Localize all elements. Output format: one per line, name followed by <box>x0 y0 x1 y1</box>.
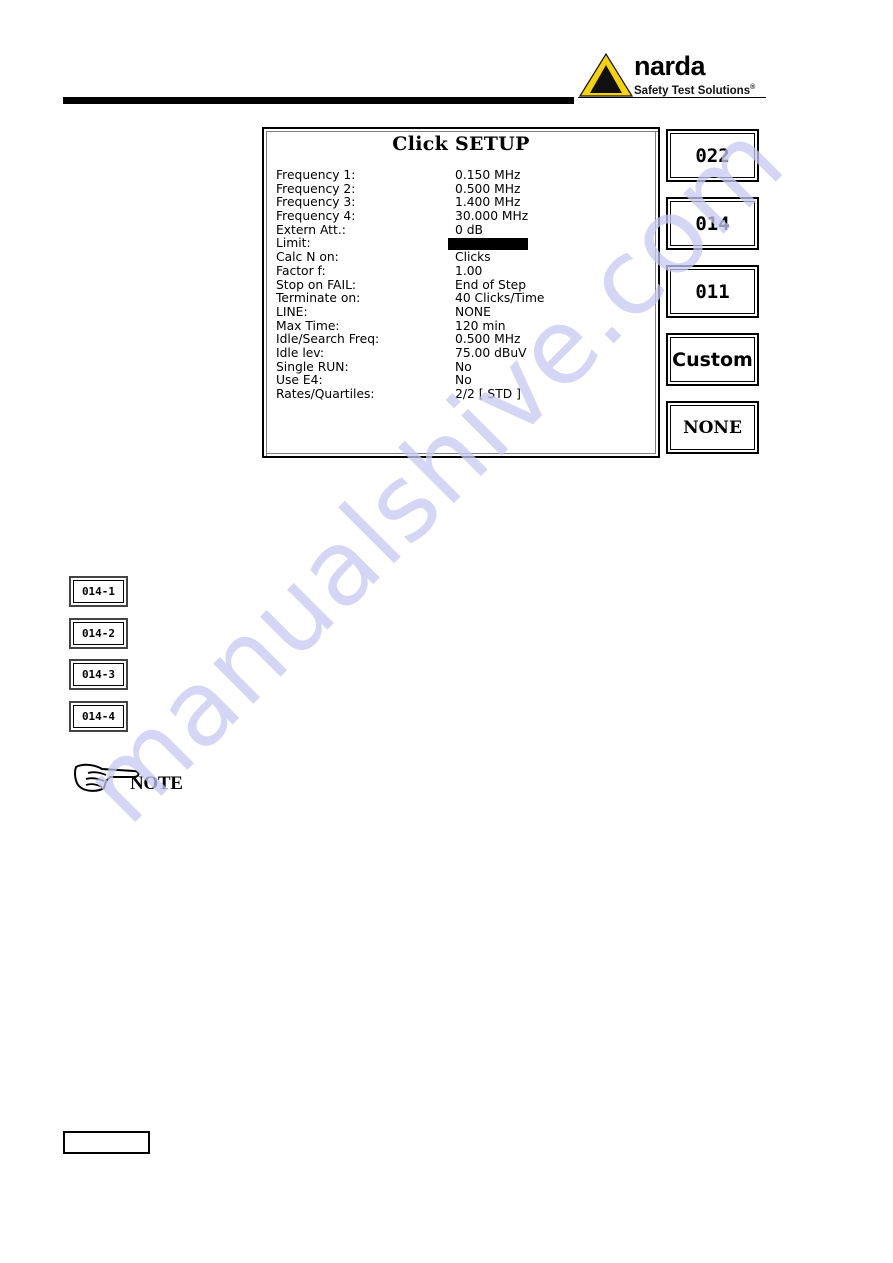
setting-row-single-run: Single RUN: No <box>276 359 648 375</box>
setting-value: NONE <box>455 304 491 319</box>
subkey-014-1[interactable]: 014-1 <box>69 576 128 607</box>
logo-wordmark: narda <box>634 51 706 81</box>
setting-value: 2/2 [ STD ] <box>455 387 521 401</box>
registered-mark: ® <box>750 84 756 91</box>
setting-value: No <box>455 373 472 388</box>
setting-label: LINE: <box>276 304 308 319</box>
softkey-014[interactable]: 014 <box>666 197 759 250</box>
setting-value: Clicks <box>455 250 491 265</box>
setting-row-extern-att: Extern Att.: 0 dB <box>276 222 648 238</box>
setting-row-frequency-2: Frequency 2: 0.500 MHz <box>276 181 648 197</box>
setting-value: End of Step <box>455 277 527 292</box>
click-setup-screen: Click SETUP Frequency 1: 0.150 MHz Freque… <box>262 127 660 458</box>
setting-row-use-e4: Use E4: No <box>276 374 648 388</box>
setting-label: Frequency 1: <box>276 168 356 182</box>
setting-row-frequency-4: Frequency 4: 30.000 MHz <box>276 209 648 224</box>
setting-row-rates-quartiles: Rates/Quartiles: 2/2 [ STD ] <box>276 387 648 402</box>
setting-label: Frequency 4: <box>276 209 356 224</box>
setting-row-idle-lev: Idle lev: 75.00 dBuV <box>276 345 648 361</box>
header-rule <box>63 97 574 104</box>
setting-value: 0.500 MHz <box>455 332 521 347</box>
setting-value: 1.400 MHz <box>455 195 521 210</box>
setting-label: Rates/Quartiles: <box>276 387 375 401</box>
setting-row-frequency-1: Frequency 1: 0.150 MHz <box>276 168 648 183</box>
setting-label: Calc N on: <box>276 250 339 265</box>
setting-label: Limit: <box>276 236 311 251</box>
setting-label: Extern Att.: <box>276 222 346 237</box>
setting-label: Frequency 2: <box>276 181 356 196</box>
logo-tagline: Safety Test Solutions® <box>634 81 755 98</box>
setting-label: Factor f: <box>276 263 326 278</box>
setting-value: 0 dB <box>455 222 483 237</box>
logo-tagline-text: Safety Test Solutions <box>634 84 751 97</box>
setting-label: Terminate on: <box>276 291 361 306</box>
softkey-custom[interactable]: Custom <box>666 333 759 386</box>
setting-label: Frequency 3: <box>276 195 356 210</box>
setting-value: No <box>455 359 472 374</box>
setting-row-calc-n: Calc N on: Clicks <box>276 250 648 265</box>
setting-value: 40 Clicks/Time <box>455 291 545 306</box>
subkey-014-3[interactable]: 014-3 <box>69 659 128 690</box>
note-label: NOTE <box>130 773 183 794</box>
softkey-022[interactable]: 022 <box>666 129 759 182</box>
setting-value: 120 min <box>455 318 506 333</box>
screen-title: Click SETUP <box>392 133 530 155</box>
setting-row-limit: Limit: <box>276 237 648 251</box>
softkey-none[interactable]: NONE <box>666 401 759 454</box>
setting-label: Max Time: <box>276 318 340 333</box>
setting-value: 30.000 MHz <box>455 209 529 224</box>
setting-value: 75.00 dBuV <box>455 345 527 360</box>
subkey-014-4[interactable]: 014-4 <box>69 701 128 732</box>
setting-row-line: LINE: NONE <box>276 304 648 320</box>
setting-label: Idle lev: <box>276 345 325 360</box>
setting-row-stop-on-fail: Stop on FAIL: End of Step <box>276 277 648 293</box>
subkey-014-2[interactable]: 014-2 <box>69 618 128 649</box>
limit-highlight-field[interactable] <box>448 238 528 251</box>
setting-row-idle-search-freq: Idle/Search Freq: 0.500 MHz <box>276 333 648 347</box>
setting-label: Use E4: <box>276 373 323 388</box>
setting-label: Single RUN: <box>276 359 349 374</box>
setting-row-terminate-on: Terminate on: 40 Clicks/Time <box>276 291 648 306</box>
setting-label: Stop on FAIL: <box>276 277 357 292</box>
footer-page-box <box>63 1131 150 1154</box>
setting-value: 0.500 MHz <box>455 181 521 196</box>
settings-list: Frequency 1: 0.150 MHz Frequency 2: 0.500 … <box>276 168 648 402</box>
setting-row-factor-f: Factor f: 1.00 <box>276 263 648 279</box>
setting-value: 0.150 MHz <box>455 168 521 182</box>
setting-value: 1.00 <box>455 263 483 278</box>
softkey-011[interactable]: 011 <box>666 265 759 318</box>
setting-label: Idle/Search Freq: <box>276 332 380 347</box>
setting-row-max-time: Max Time: 120 min <box>276 318 648 334</box>
setting-row-frequency-3: Frequency 3: 1.400 MHz <box>276 196 648 210</box>
